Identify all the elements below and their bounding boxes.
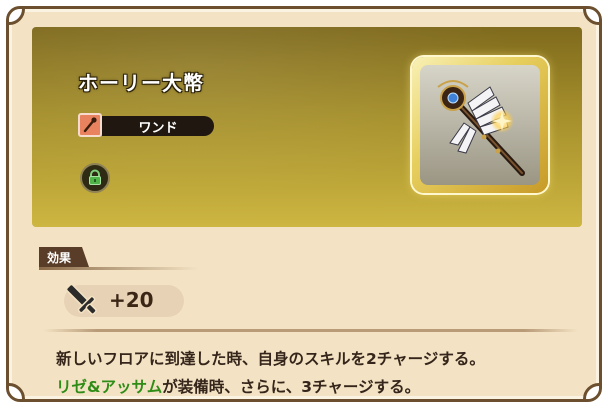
item-header-panel: ホーリー大幣 ワンド [32,27,582,227]
staff-illustration-icon [437,80,525,176]
corner-notch [9,9,25,25]
effect-description: 新しいフロアに到達した時、自身のスキルを2チャージする。 リゼ&アッサムが装備時… [56,345,586,399]
item-detail-card: ホーリー大幣 ワンド 効果 +20 新しいフロアに到達した時、自身のスキルを2チ… [6,6,602,402]
effect-description-line-2-rest: が装備時、さらに、3チャージする。 [162,378,421,396]
corner-notch [583,9,599,25]
item-name: ホーリー大幣 [78,71,204,95]
lock-icon[interactable] [80,163,110,193]
corner-notch [9,383,25,399]
character-name-highlight: リゼ&アッサム [56,378,163,396]
weapon-portrait [420,65,540,185]
stat-value: +20 [109,288,154,312]
divider [43,329,578,332]
effect-description-line-2: リゼ&アッサムが装備時、さらに、3チャージする。 [56,373,586,399]
sword-icon [59,277,105,323]
section-underline [39,267,199,270]
weapon-portrait-frame [412,57,548,193]
wand-icon [78,113,102,137]
effect-description-line-1: 新しいフロアに到達した時、自身のスキルを2チャージする。 [56,350,485,368]
effect-section-label: 効果 [39,247,90,267]
item-type-label: ワンド [102,116,214,136]
